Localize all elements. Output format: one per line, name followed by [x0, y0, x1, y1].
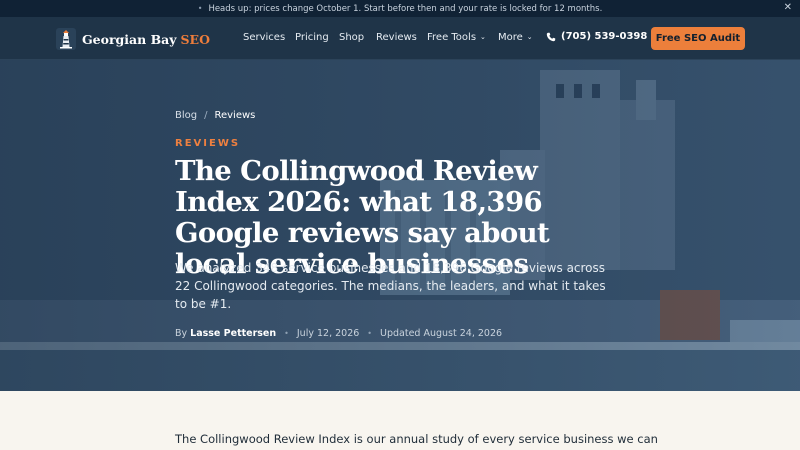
- phone-link[interactable]: (705) 539-0398: [546, 31, 647, 42]
- nav-item-label: Free Tools: [427, 32, 477, 43]
- chevron-down-icon: ⌄: [526, 33, 533, 41]
- breadcrumb-current[interactable]: Reviews: [214, 110, 255, 121]
- nav-item-free-tools[interactable]: Free Tools ⌄: [427, 32, 486, 43]
- updated-date: Updated August 24, 2026: [380, 328, 503, 339]
- article-meta: By Lasse Pettersen • July 12, 2026 • Upd…: [175, 328, 502, 339]
- hero-section: Blog / Reviews REVIEWS The Collingwood Rev…: [0, 60, 800, 391]
- nav-item-more[interactable]: More ⌄: [498, 32, 533, 43]
- announcement-text: Heads up: prices change October 1. Start…: [208, 3, 603, 14]
- breadcrumb-blog-link[interactable]: Blog: [175, 110, 197, 121]
- article-summary: We analyzed 348 service businesses and 1…: [175, 261, 606, 311]
- chevron-down-icon: ⌄: [480, 33, 486, 41]
- top-navigation: Georgian Bay SEO Services Pricing Shop R…: [0, 17, 800, 60]
- breadcrumb: Blog / Reviews: [175, 110, 255, 121]
- meta-separator: •: [284, 329, 289, 338]
- breadcrumb-separator: /: [204, 110, 208, 121]
- author-name[interactable]: Lasse Pettersen: [190, 328, 276, 339]
- phone-icon: [546, 32, 556, 41]
- announcement-bar: • Heads up: prices change October 1. Sta…: [0, 0, 800, 17]
- nav-item-reviews[interactable]: Reviews: [376, 32, 417, 43]
- lighthouse-icon: [56, 28, 76, 50]
- free-seo-audit-button[interactable]: Free SEO Audit: [651, 27, 745, 50]
- nav-item-services[interactable]: Services: [243, 32, 285, 43]
- article-intro: The Collingwood Review Index is our annu…: [175, 432, 658, 446]
- brand-accent: SEO: [180, 31, 210, 47]
- published-date: July 12, 2026: [296, 328, 360, 339]
- phone-number: (705) 539-0398: [561, 31, 648, 42]
- nav-item-pricing[interactable]: Pricing: [295, 32, 329, 43]
- meta-separator: •: [367, 329, 373, 338]
- close-icon[interactable]: ✕: [784, 2, 792, 13]
- brand-name: Georgian Bay: [82, 31, 177, 47]
- nav-item-shop[interactable]: Shop: [339, 32, 364, 43]
- site-logo[interactable]: Georgian Bay SEO: [56, 28, 210, 50]
- bullet-icon: •: [197, 4, 203, 13]
- category-label: REVIEWS: [175, 138, 241, 149]
- by-label: By: [175, 328, 188, 339]
- nav-item-label: More: [498, 32, 523, 43]
